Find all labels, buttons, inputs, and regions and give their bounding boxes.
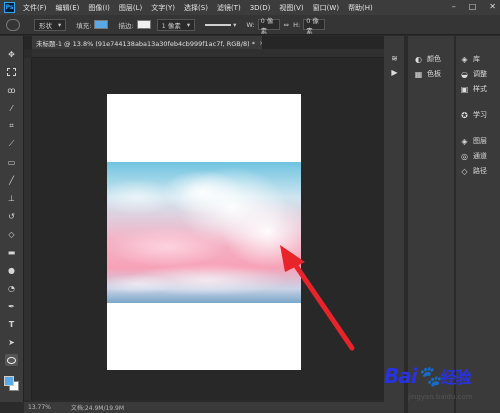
zoom-level[interactable]: 13.77% <box>28 404 51 411</box>
styles-icon: ▣ <box>460 84 469 94</box>
panel-layers[interactable]: ◈ 图层 <box>460 136 487 146</box>
watermark-url: jingyan.baidu.com <box>408 393 473 401</box>
panel-paths-label: 路径 <box>473 167 487 175</box>
document-size[interactable]: 文档:24.9M/19.9M <box>71 403 124 412</box>
panel-learn[interactable]: ✪ 学习 <box>460 110 487 120</box>
history-panel-strip <box>384 36 404 413</box>
layers-icon: ◈ <box>461 136 468 146</box>
status-bar: 13.77% 文档:24.9M/19.9M <box>24 402 384 413</box>
panel-swatches-label: 色板 <box>427 70 441 78</box>
panel-learn-label: 学习 <box>473 111 487 119</box>
baidu-brand-tail: 经验 <box>440 368 472 387</box>
panel-channels-label: 通道 <box>473 152 487 160</box>
history-icon[interactable]: ≋ <box>390 54 399 63</box>
panel-color-label: 颜色 <box>427 55 441 63</box>
adjustments-icon: ◒ <box>461 69 468 79</box>
channels-icon: ◎ <box>461 151 468 161</box>
color-icon: ◐ <box>415 54 422 64</box>
panel-library[interactable]: ◈ 库 <box>460 54 480 64</box>
photoshop-window: Ps 文件(F) 编辑(E) 图像(I) 图层(L) 文字(Y) 选择(S) 滤… <box>0 0 500 413</box>
panel-channels[interactable]: ◎ 通道 <box>460 151 487 161</box>
panel-library-label: 库 <box>473 55 480 63</box>
panel-paths[interactable]: ◇ 路径 <box>460 166 487 176</box>
panel-swatches[interactable]: ▦ 色板 <box>414 69 441 79</box>
panel-color[interactable]: ◐ 颜色 <box>414 54 441 64</box>
baidu-jingyan-watermark: Bai🐾经验 jingyan.baidu.com <box>384 364 473 401</box>
panel-styles-label: 样式 <box>473 85 487 93</box>
play-icon[interactable]: ▶ <box>390 68 399 77</box>
color-panel-strip <box>408 36 454 413</box>
paths-icon: ◇ <box>461 166 468 176</box>
lightbulb-icon: ✪ <box>461 110 468 120</box>
swatches-icon: ▦ <box>414 69 423 79</box>
panel-adjustments-label: 调整 <box>473 70 487 78</box>
panel-dock: ≋ ▶ ◐ 颜色 ▦ 色板 ◈ 库 ◒ 调整 ▣ 样式 ✪ 学习 ◈ 图层 ◎ … <box>384 36 500 413</box>
panel-styles[interactable]: ▣ 样式 <box>460 84 487 94</box>
panel-adjustments[interactable]: ◒ 调整 <box>460 69 487 79</box>
panel-layers-label: 图层 <box>473 137 487 145</box>
library-icon: ◈ <box>461 54 468 64</box>
baidu-brand: Bai <box>384 364 418 388</box>
